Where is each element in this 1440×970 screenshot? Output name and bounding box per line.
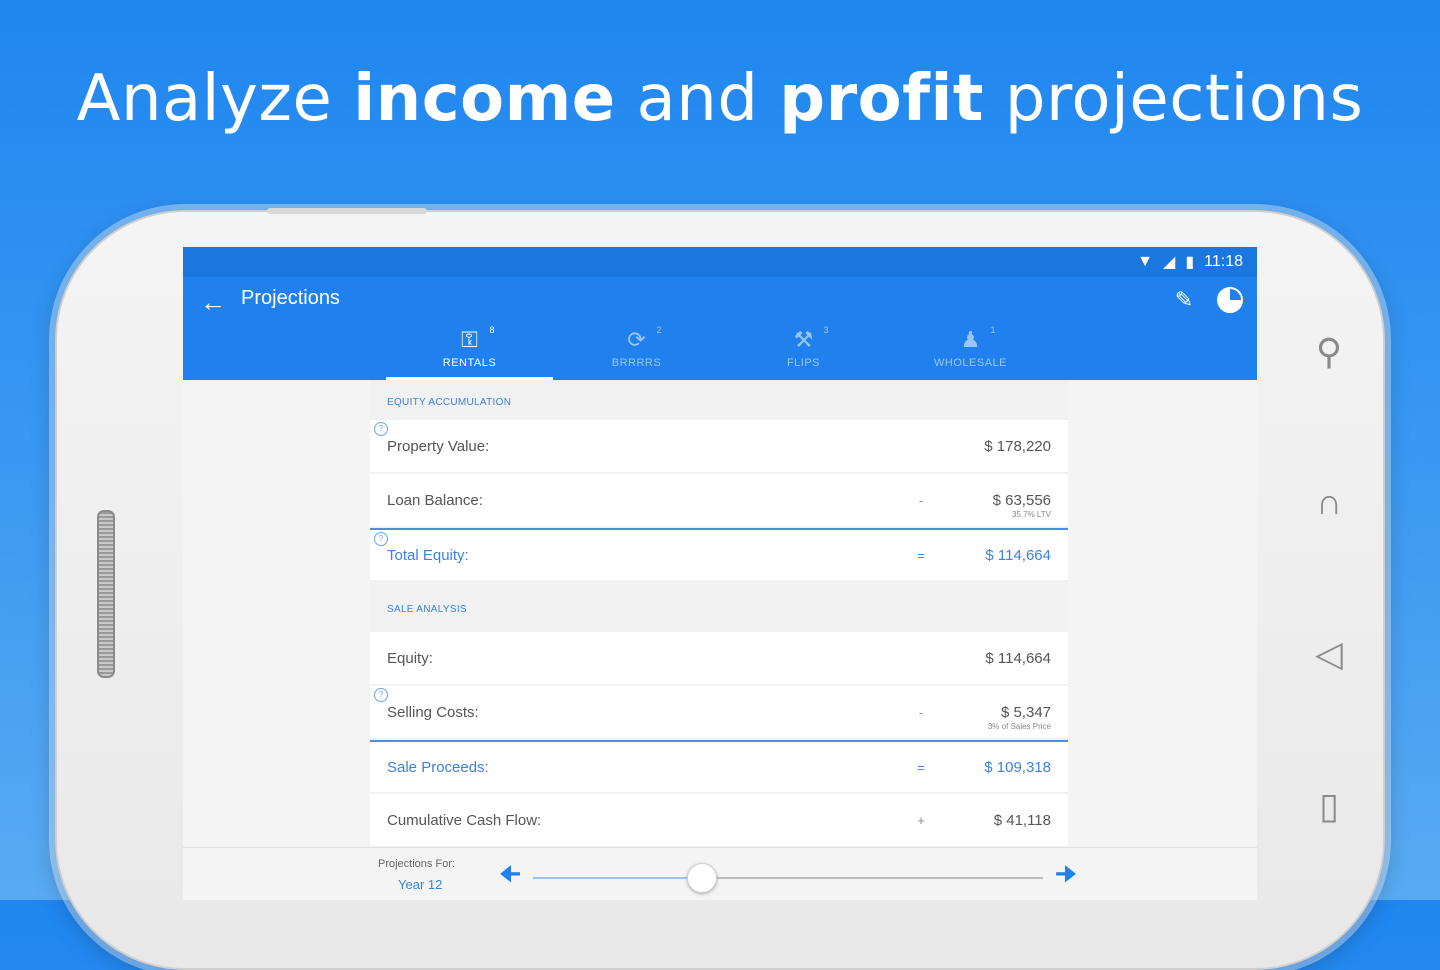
tab-count: 1 bbox=[990, 325, 996, 335]
row-operator: = bbox=[917, 759, 925, 775]
row-label: Total Equity: bbox=[387, 546, 469, 564]
menu-key-icon[interactable]: ▯ bbox=[1309, 786, 1349, 826]
row-label: Sale Proceeds: bbox=[387, 758, 489, 776]
tools-icon: ⚒ bbox=[793, 327, 814, 352]
row-label: Equity: bbox=[387, 649, 433, 667]
section-header-sale: SALE ANALYSIS bbox=[387, 604, 467, 615]
row-label: Cumulative Cash Flow: bbox=[387, 811, 542, 829]
headline-part: Analyze bbox=[76, 62, 354, 136]
info-icon[interactable]: ? bbox=[374, 532, 388, 546]
property-type-tabs: ⚿ 8 RENTALS ⟳ 2 BRRRRS ⚒ 3 FLIPS ♟ 1 WHO… bbox=[386, 325, 1054, 380]
row-total-equity[interactable]: ? Total Equity: = $ 114,664 bbox=[370, 528, 1068, 580]
row-value-wrap: $ 63,556 35.7% LTV bbox=[941, 491, 1051, 519]
tab-label: RENTALS bbox=[442, 357, 497, 369]
headline-bold: income bbox=[353, 62, 616, 136]
row-label: Loan Balance: bbox=[387, 491, 483, 509]
people-icon: ♟ bbox=[960, 327, 981, 352]
row-value: $ 178,220 bbox=[984, 437, 1051, 455]
status-bar: ▼ ◢ ▮ 11:18 bbox=[183, 247, 1257, 277]
row-sale-proceeds[interactable]: Sale Proceeds: = $ 109,318 bbox=[370, 740, 1068, 792]
year-slider-thumb[interactable] bbox=[687, 863, 718, 893]
tab-count: 3 bbox=[823, 325, 829, 335]
tab-count: 8 bbox=[489, 325, 495, 335]
signal-icon: ◢ bbox=[1163, 254, 1176, 271]
row-operator: - bbox=[918, 492, 924, 508]
row-subtext: 3% of Sales Price bbox=[987, 721, 1051, 731]
row-value: $ 5,347 bbox=[1000, 703, 1051, 721]
status-time: 11:18 bbox=[1204, 253, 1243, 270]
row-loan-balance[interactable]: Loan Balance: - $ 63,556 35.7% LTV bbox=[370, 474, 1068, 526]
row-value: $ 114,664 bbox=[985, 546, 1051, 564]
row-label: Property Value: bbox=[387, 437, 490, 455]
row-equity[interactable]: Equity: $ 114,664 bbox=[370, 632, 1068, 684]
projection-year-bar: Projections For: Year 12 🠈 🠊 bbox=[183, 847, 1257, 900]
tab-count: 2 bbox=[656, 325, 662, 335]
row-label: Selling Costs: bbox=[387, 703, 479, 721]
section-header-equity: EQUITY ACCUMULATION bbox=[387, 397, 512, 408]
tab-wholesale[interactable]: ♟ 1 WHOLESALE bbox=[887, 325, 1054, 380]
row-value: $ 63,556 bbox=[992, 491, 1051, 509]
tab-flips[interactable]: ⚒ 3 FLIPS bbox=[720, 325, 887, 380]
back-key-icon[interactable]: ◁ bbox=[1309, 634, 1349, 674]
row-property-value[interactable]: ? Property Value: $ 178,220 bbox=[370, 420, 1068, 472]
edit-pencil-icon[interactable]: ✎ bbox=[1167, 283, 1201, 317]
wifi-icon: ▼ bbox=[1137, 253, 1154, 270]
tab-label: BRRRRS bbox=[611, 357, 662, 369]
tab-brrrrs[interactable]: ⟳ 2 BRRRRS bbox=[553, 325, 720, 380]
refresh-icon: ⟳ bbox=[627, 327, 646, 352]
row-selling-costs[interactable]: ? Selling Costs: - $ 5,347 3% of Sales P… bbox=[370, 686, 1068, 738]
row-subtext: 35.7% LTV bbox=[1012, 509, 1051, 519]
hardware-keys: ⚲ ∩ ◁ ▯ bbox=[1273, 212, 1383, 912]
search-key-icon[interactable]: ⚲ bbox=[1309, 332, 1349, 372]
projection-label: Projections For: bbox=[378, 858, 456, 870]
page-title: Projections bbox=[241, 287, 340, 309]
row-value: $ 114,664 bbox=[985, 649, 1051, 667]
phone-notch bbox=[267, 208, 427, 214]
key-icon: ⚿ bbox=[461, 327, 478, 352]
back-arrow-icon[interactable]: ← bbox=[193, 285, 233, 319]
info-icon[interactable]: ? bbox=[374, 422, 388, 436]
next-year-arrow-icon[interactable]: 🠊 bbox=[1051, 860, 1081, 890]
year-slider-fill bbox=[533, 877, 702, 879]
headline-part: projections bbox=[984, 62, 1364, 136]
row-operator: + bbox=[917, 812, 925, 828]
info-icon[interactable]: ? bbox=[374, 688, 388, 702]
previous-year-arrow-icon[interactable]: 🠈 bbox=[495, 860, 525, 890]
row-value-wrap: $ 5,347 3% of Sales Price bbox=[941, 703, 1051, 731]
home-key-icon[interactable]: ∩ bbox=[1309, 482, 1349, 522]
year-slider-track[interactable] bbox=[533, 863, 1043, 893]
row-operator: - bbox=[918, 704, 924, 720]
projection-year: Year 12 bbox=[398, 877, 443, 892]
speaker-grille bbox=[97, 510, 115, 678]
battery-icon: ▮ bbox=[1185, 254, 1195, 271]
row-cumulative-cash-flow[interactable]: Cumulative Cash Flow: + $ 41,118 bbox=[370, 794, 1068, 846]
headline-bold: profit bbox=[779, 62, 985, 136]
tab-label: FLIPS bbox=[786, 357, 821, 369]
app-bar: ← Projections ✎ ⚿ 8 RENTALS ⟳ 2 BRRRRS ⚒… bbox=[183, 277, 1257, 380]
headline-part: and bbox=[615, 62, 780, 136]
row-operator: = bbox=[917, 547, 925, 563]
device-screen: ▼ ◢ ▮ 11:18 ← Projections ✎ ⚿ 8 RENTALS … bbox=[183, 247, 1257, 900]
pie-chart-icon[interactable] bbox=[1217, 287, 1243, 313]
projection-content: EQUITY ACCUMULATION ? Property Value: $ … bbox=[370, 380, 1068, 850]
row-value: $ 41,118 bbox=[993, 811, 1051, 829]
tab-rentals[interactable]: ⚿ 8 RENTALS bbox=[386, 325, 553, 380]
row-value: $ 109,318 bbox=[984, 758, 1051, 776]
headline: Analyze income and profit projections bbox=[0, 62, 1440, 136]
tab-label: WHOLESALE bbox=[934, 357, 1007, 369]
